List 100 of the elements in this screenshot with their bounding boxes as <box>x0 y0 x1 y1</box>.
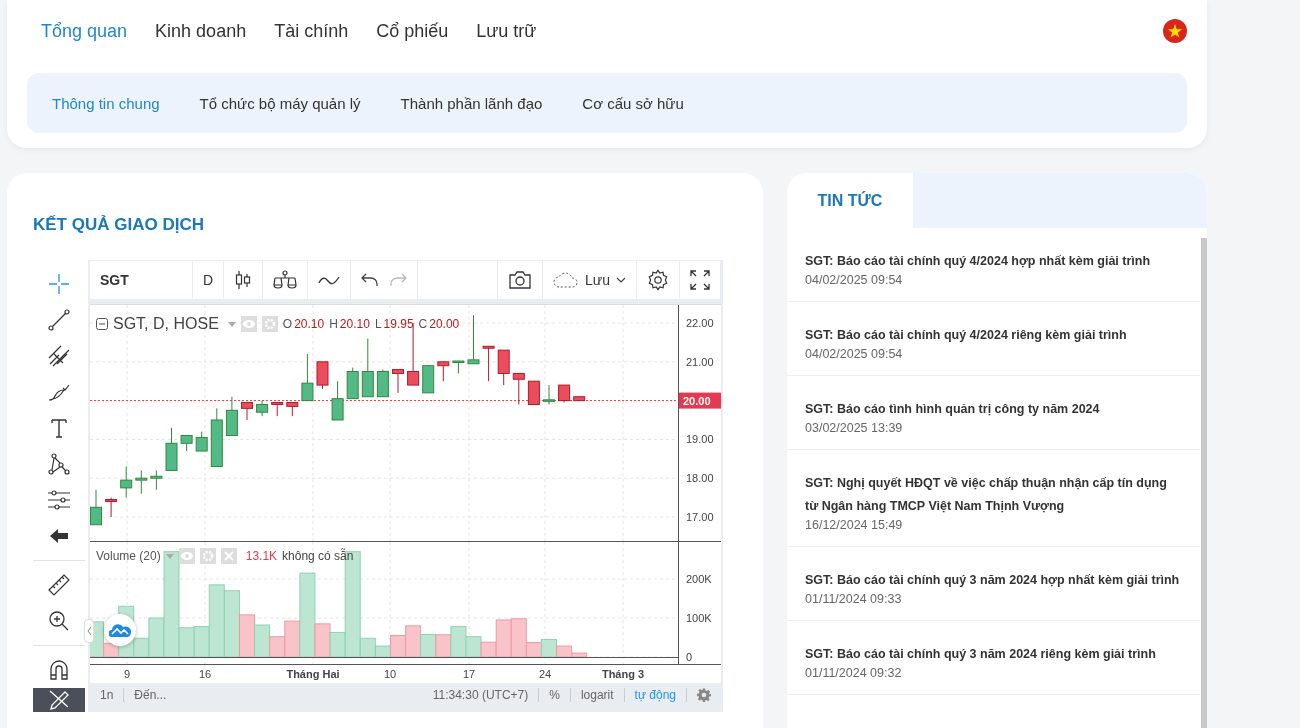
series-title: SGT, D, HOSE <box>113 315 219 333</box>
magnet-icon[interactable] <box>47 658 71 682</box>
candlestick <box>527 380 540 405</box>
camera-icon[interactable] <box>508 270 533 290</box>
axis-label: 22.00 <box>686 317 714 329</box>
candlestick <box>376 369 389 398</box>
vietnam-flag-icon[interactable] <box>1163 19 1187 43</box>
candles-icon[interactable] <box>234 270 253 290</box>
candlestick <box>437 361 450 382</box>
sliders-icon[interactable] <box>47 488 71 512</box>
candlestick <box>512 372 525 405</box>
news-title-link[interactable]: SGT: Báo cáo tài chính quý 4/2024 hợp nhất kèm giải trình <box>805 250 1182 273</box>
collapse-icon[interactable] <box>96 318 108 330</box>
ohlc-label: L <box>374 317 382 331</box>
pitchfork-icon[interactable] <box>47 344 71 368</box>
volume-value: 13.1K <box>245 549 278 563</box>
candlestick <box>105 497 118 518</box>
candlestick <box>482 345 495 382</box>
candlestick <box>150 469 163 491</box>
news-date: 03/02/2025 13:39 <box>805 421 904 435</box>
clock-text: 11:34:30 (UTC+7) <box>432 688 529 702</box>
scrollbar[interactable] <box>1201 238 1207 728</box>
chevron-left-icon <box>86 627 92 635</box>
candlestick <box>225 396 238 436</box>
settings-icon[interactable] <box>647 269 669 291</box>
news-title-link[interactable]: SGT: Báo cáo tài chính quý 3 năm 2024 hợp nhất kèm giải trình <box>805 569 1182 592</box>
section-title: KẾT QUẢ GIAO DỊCH <box>33 215 205 236</box>
ohlc-label: O <box>282 317 293 331</box>
candlestick <box>331 380 344 421</box>
zoom-in-icon[interactable] <box>47 609 71 633</box>
candlestick <box>165 427 178 471</box>
ruler-icon[interactable] <box>47 573 71 597</box>
pencil-crossed-icon <box>47 688 71 710</box>
subnav-tab[interactable]: Tổ chức bộ máy quản lý <box>199 94 361 112</box>
axis-label: 100K <box>686 612 712 624</box>
news-date: 04/02/2025 09:54 <box>805 347 904 361</box>
axis-label: 16 <box>198 668 212 680</box>
nav-tab[interactable]: Tài chính <box>274 20 349 42</box>
candlestick <box>256 400 269 417</box>
scale-option[interactable]: % <box>549 688 560 702</box>
volume-bar <box>435 634 452 658</box>
candlestick <box>361 338 374 398</box>
nav-tab[interactable]: Tổng quan <box>41 20 128 42</box>
symbol-field[interactable]: SGT <box>90 261 193 299</box>
axis-label: 17 <box>462 668 476 680</box>
axis-label: 21.00 <box>686 355 714 368</box>
collapse-handle[interactable] <box>84 619 94 643</box>
interval-button[interactable]: D <box>193 261 225 299</box>
save-button[interactable]: Lưu <box>543 261 637 299</box>
candlestick <box>558 384 571 404</box>
undo-icon[interactable] <box>361 272 380 288</box>
indicators-icon[interactable] <box>273 270 298 290</box>
nav-tab[interactable]: Cổ phiếu <box>376 20 449 42</box>
nav-tab[interactable]: Lưu trữ <box>476 20 537 42</box>
candlestick <box>135 469 148 495</box>
volume-note: không có sẵn <box>282 549 354 563</box>
candlestick <box>316 361 329 390</box>
ohlc-value: 20.00 <box>429 317 460 331</box>
volume-bar <box>420 633 437 658</box>
news-title-link[interactable]: SGT: Báo cáo tài chính quý 4/2024 riêng kèm giải trình <box>805 324 1182 347</box>
candlestick <box>467 314 480 365</box>
candlestick <box>452 360 465 374</box>
axis-label: 0 <box>686 651 693 663</box>
range-button[interactable]: 1n <box>100 688 114 702</box>
axis-label: 17.00 <box>686 511 714 523</box>
candlestick <box>392 369 404 394</box>
news-title-link[interactable]: SGT: Báo cáo tài chính quý 3 năm 2024 riêng kèm giải trình <box>805 643 1182 666</box>
scale-option[interactable]: logarit <box>580 688 614 702</box>
news-date: 04/02/2025 09:54 <box>805 273 904 287</box>
ohlc-label: H <box>329 317 338 331</box>
indicator-title: Volume (20) <box>96 549 161 563</box>
ohlc-label: C <box>418 317 428 331</box>
candlestick <box>195 431 208 452</box>
nav-tab[interactable]: Kinh doanh <box>155 20 247 42</box>
ohlc-value: 20.10 <box>294 317 325 331</box>
axis-label: Tháng Hai <box>286 668 340 680</box>
news-title-link[interactable]: SGT: Nghị quyết HĐQT về việc chấp thuận nhận cấp tín dụng từ Ngân hàng TMCP Việt Nam Thịnh Vượng <box>805 472 1182 518</box>
trend-line-icon[interactable] <box>47 308 71 332</box>
hide-drawings-button[interactable] <box>33 688 85 712</box>
candlestick <box>543 384 555 405</box>
candlestick <box>422 365 435 394</box>
news-date: 01/11/2024 09:33 <box>805 592 903 606</box>
subnav-tab[interactable]: Cơ cấu sở hữu <box>582 94 684 112</box>
candlestick <box>301 353 314 402</box>
goto-date-button[interactable]: Đến... <box>134 688 167 702</box>
axis-label: 200K <box>686 573 712 585</box>
pattern-icon[interactable] <box>47 452 71 476</box>
ohlc-value: 20.10 <box>339 317 370 331</box>
axis-label: 10 <box>383 668 397 680</box>
fullscreen-icon[interactable] <box>690 270 710 290</box>
candlestick <box>90 489 102 526</box>
news-title-link[interactable]: SGT: Báo cáo tình hình quản trị công ty năm 2024 <box>805 398 1182 421</box>
subnav-tab[interactable]: Thành phần lãnh đạo <box>400 94 543 112</box>
axis-label: 9 <box>123 668 131 680</box>
axis-label: 24 <box>538 668 552 680</box>
candlestick <box>573 396 586 402</box>
candlestick <box>271 402 284 417</box>
candlestick <box>120 466 133 499</box>
axis-label: 19.00 <box>686 433 714 446</box>
chart-logo-button[interactable] <box>104 614 136 646</box>
